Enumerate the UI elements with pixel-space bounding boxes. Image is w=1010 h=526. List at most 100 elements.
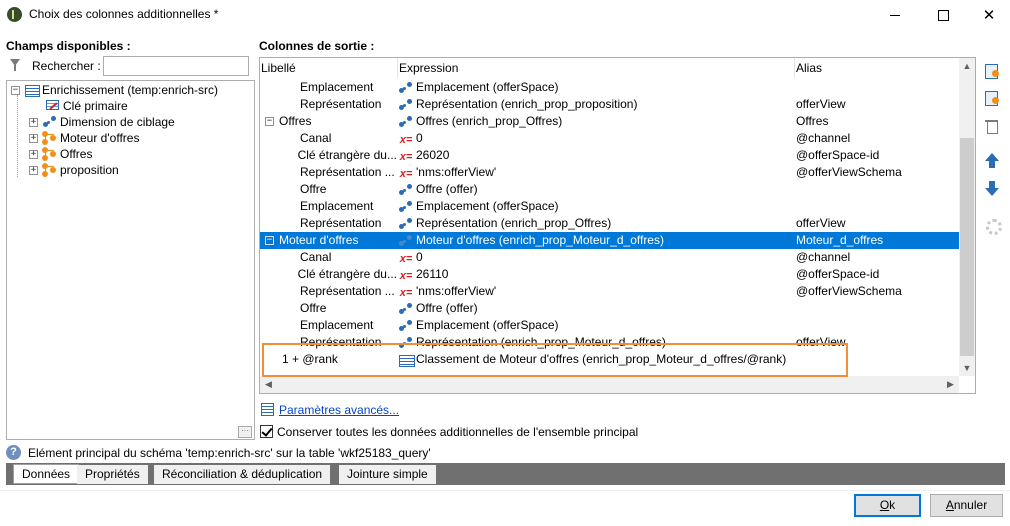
row-expression: Offre (offer) xyxy=(416,301,478,315)
available-fields-tree[interactable]: − Enrichissement (temp:enrich-src) Clé p… xyxy=(6,80,255,440)
move-down-icon[interactable] xyxy=(983,180,1001,198)
app-icon xyxy=(7,7,22,22)
tree-item-primary-key[interactable]: Clé primaire xyxy=(45,98,128,114)
tree-item-offers[interactable]: + Offres xyxy=(29,146,92,162)
cell-label: Représentation ... xyxy=(260,283,397,300)
cell-alias: @offerSpace-id xyxy=(796,267,880,281)
link-icon xyxy=(398,217,414,231)
primary-key-icon xyxy=(45,99,61,113)
cell-alias: @offerSpace-id xyxy=(796,148,880,162)
scroll-left-icon[interactable]: ◀ xyxy=(260,376,277,393)
delete-icon[interactable] xyxy=(983,117,1001,135)
table-row[interactable]: Offre Offre (offer) xyxy=(260,300,959,317)
cell-alias xyxy=(796,198,958,215)
collapse-toggle[interactable]: − xyxy=(11,85,20,95)
cell-alias: offerView xyxy=(796,216,846,230)
link-icon xyxy=(42,115,58,129)
horizontal-scrollbar[interactable] xyxy=(260,376,959,393)
add-computed-column-icon[interactable] xyxy=(983,89,1001,107)
gear-icon[interactable] xyxy=(983,216,1002,235)
column-header-alias[interactable]: Alias xyxy=(795,58,959,78)
highlight-box xyxy=(262,343,848,377)
table-row[interactable]: Emplacement Emplacement (offerSpace) xyxy=(260,79,959,96)
cell-alias: @channel xyxy=(796,250,851,264)
row-expression: Représentation (enrich_prop_Offres) xyxy=(416,216,612,230)
link-icon xyxy=(398,115,414,129)
expand-toggle[interactable]: + xyxy=(29,165,38,175)
table-row[interactable]: Représentation ... x='nms:offerView' @offe… xyxy=(260,283,959,300)
row-expression: 'nms:offerView' xyxy=(416,165,497,179)
advanced-settings-link[interactable]: Paramètres avancés... xyxy=(279,403,399,417)
tree-item-label: Clé primaire xyxy=(63,99,128,113)
close-button[interactable]: ✕ xyxy=(966,0,1010,30)
row-label: Offre xyxy=(300,301,327,315)
row-label: Emplacement xyxy=(300,318,374,332)
table-row[interactable]: Clé étrangère du... x= 26110 @offerSpace-id xyxy=(260,266,959,283)
ok-label: k xyxy=(889,498,896,512)
row-expression: Offres (enrich_prop_Offres) xyxy=(416,114,563,128)
ok-button[interactable]: Ok xyxy=(854,494,921,517)
table-row[interactable]: Emplacement Emplacement (offerSpace) xyxy=(260,198,959,215)
tree-item-offer-engine[interactable]: + Moteur d'offres xyxy=(29,130,139,146)
row-expression: Moteur d'offres (enrich_prop_Moteur_d_of… xyxy=(416,233,664,247)
tab-jointure-simple[interactable]: Jointure simple xyxy=(339,465,437,484)
link-icon xyxy=(398,200,414,214)
tab-proprietes[interactable]: Propriétés xyxy=(77,465,149,484)
keep-data-label[interactable]: Conserver toutes les données additionnel… xyxy=(277,425,638,439)
row-label: Moteur d'offres xyxy=(279,233,359,247)
tree-item-proposition[interactable]: + proposition xyxy=(29,162,119,178)
cell-alias xyxy=(796,300,958,317)
cell-alias xyxy=(796,317,958,334)
table-row[interactable]: Représentation Représentation (enrich_pro… xyxy=(260,215,959,232)
row-expression: Emplacement (offerSpace) xyxy=(416,199,559,213)
cell-label: Emplacement xyxy=(260,317,397,334)
table-row[interactable]: Emplacement Emplacement (offerSpace) xyxy=(260,317,959,334)
row-label: Représentation ... xyxy=(300,165,395,179)
link-icon xyxy=(398,319,414,333)
keep-data-checkbox[interactable] xyxy=(260,425,273,438)
cell-expression: Représentation (enrich_prop_proposition) xyxy=(398,96,794,113)
tree-item-label: Dimension de ciblage xyxy=(60,115,175,129)
computed-expression-icon: x= xyxy=(399,252,413,265)
row-label: Représentation xyxy=(300,216,382,230)
computed-expression-icon: x= xyxy=(399,133,413,146)
table-row[interactable]: Représentation Représentation (enrich_pro… xyxy=(260,96,959,113)
more-options-button[interactable]: ··· xyxy=(238,426,252,438)
row-expression: 26020 xyxy=(416,148,450,162)
cell-expression: Offres (enrich_prop_Offres) xyxy=(398,113,794,130)
maximize-button[interactable] xyxy=(920,0,966,30)
tree-item-enrichissement[interactable]: − Enrichissement (temp:enrich-src) xyxy=(11,82,218,98)
cell-expression: x='nms:offerView' xyxy=(398,283,794,300)
collapse-toggle[interactable]: − xyxy=(265,117,274,126)
add-column-icon[interactable] xyxy=(983,62,1001,80)
search-input[interactable] xyxy=(103,56,249,76)
cell-alias: Moteur_d_offres xyxy=(796,233,884,247)
column-header-label[interactable]: Libellé xyxy=(260,58,397,78)
scroll-right-icon[interactable]: ▶ xyxy=(942,376,959,393)
tab-donnees[interactable]: Données xyxy=(13,464,80,484)
minimize-button[interactable] xyxy=(872,0,918,30)
tree-item-targeting-dimension[interactable]: + Dimension de ciblage xyxy=(29,114,175,130)
table-row[interactable]: Offre Offre (offer) xyxy=(260,181,959,198)
scroll-up-icon[interactable]: ▲ xyxy=(959,58,975,75)
tree-item-label: proposition xyxy=(60,163,119,177)
move-up-icon[interactable] xyxy=(983,152,1001,170)
expand-toggle[interactable]: + xyxy=(29,117,38,127)
expand-toggle[interactable]: + xyxy=(29,149,38,159)
cancel-button[interactable]: Annuler xyxy=(930,494,1003,517)
table-row[interactable]: Canal x= 0 @channel xyxy=(260,130,959,147)
collapse-toggle[interactable]: − xyxy=(265,236,274,245)
row-expression: 'nms:offerView' xyxy=(416,284,497,298)
table-row[interactable]: − Offres Offres (enrich_prop_Offres) Offres xyxy=(260,113,959,130)
table-row[interactable]: Canal x= 0 @channel xyxy=(260,249,959,266)
table-row[interactable]: Clé étrangère du... x= 26020 @offerSpace-id xyxy=(260,147,959,164)
table-row[interactable]: Représentation ... x='nms:offerView' @offe… xyxy=(260,164,959,181)
column-header-expression[interactable]: Expression xyxy=(398,58,794,78)
table-row[interactable]: − Moteur d'offres Moteur d'offres (enrich_… xyxy=(260,232,959,249)
expand-toggle[interactable]: + xyxy=(29,133,38,143)
tab-reconciliation[interactable]: Réconciliation & déduplication xyxy=(154,465,332,484)
vertical-scroll-thumb[interactable] xyxy=(960,138,974,356)
output-columns-title: Colonnes de sortie : xyxy=(259,39,375,53)
divider xyxy=(0,490,1010,491)
scroll-down-icon[interactable]: ▼ xyxy=(959,360,975,377)
